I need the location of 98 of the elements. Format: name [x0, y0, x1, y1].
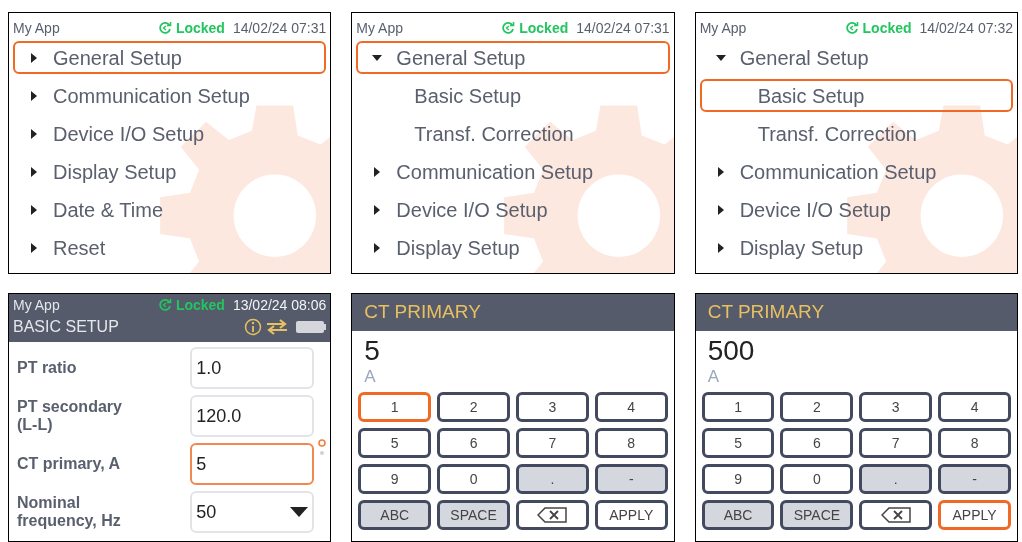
keypad-key[interactable]: 5	[701, 428, 775, 458]
keypad-key[interactable]: SPACE	[780, 500, 854, 530]
battery-icon	[296, 321, 327, 333]
lock-cycle-icon	[501, 21, 516, 35]
screen-title: CT PRIMARY	[707, 300, 825, 325]
keypad-key[interactable]: -	[594, 464, 668, 494]
lock-cycle-icon	[157, 298, 172, 312]
keypad-key[interactable]: 1	[701, 392, 775, 422]
caret-down-icon	[372, 52, 383, 63]
backspace-icon	[880, 507, 911, 523]
keypad-key[interactable]: 5	[358, 428, 432, 458]
app-name: My App	[356, 21, 404, 35]
menu-item[interactable]: Basic Setup	[699, 79, 1013, 112]
backspace-icon	[537, 507, 568, 523]
keypad-key[interactable]: -	[938, 464, 1011, 494]
keypad-key[interactable]: 0	[437, 464, 510, 494]
menu-item[interactable]: Display Setup	[356, 231, 670, 264]
menu-item[interactable]: Display Setup	[699, 231, 1013, 264]
dropdown-field[interactable]: 50	[190, 491, 315, 533]
keypad-key[interactable]: 3	[516, 392, 589, 422]
caret-right-icon	[29, 128, 39, 139]
keypad-key[interactable]: 6	[780, 428, 854, 458]
app-name: My App	[699, 21, 747, 35]
field-label: PT secondary (L-L)	[17, 398, 123, 434]
menu-item[interactable]: Date & Time	[13, 193, 327, 226]
caret-right-icon	[715, 242, 726, 253]
keypad-key[interactable]: APPLY	[594, 500, 668, 530]
keypad-key[interactable]: 2	[780, 392, 854, 422]
menu-item[interactable]: Basic Setup	[356, 79, 670, 112]
menu-item[interactable]: Transf. Correction	[699, 117, 1013, 150]
caret-down-icon	[715, 52, 726, 63]
menu-item[interactable]: General Setup	[13, 41, 327, 74]
keypad-key[interactable]: 4	[594, 392, 668, 422]
date-time: 14/02/24 07:32	[919, 21, 1013, 35]
backspace-key[interactable]	[859, 500, 933, 530]
backspace-key[interactable]	[516, 500, 589, 530]
keypad-key[interactable]: 8	[594, 428, 668, 458]
input-field[interactable]: 1.0	[190, 347, 315, 389]
date-time: 14/02/24 07:31	[232, 21, 327, 35]
keypad-key[interactable]: 7	[859, 428, 933, 458]
field-label: PT ratio	[17, 359, 78, 377]
keypad-key[interactable]: 3	[859, 392, 933, 422]
keypad-key[interactable]: APPLY	[938, 500, 1011, 530]
unit-label: A	[364, 367, 377, 387]
menu-item[interactable]: Communication Setup	[13, 79, 327, 112]
lock-status: Locked	[519, 21, 569, 35]
menu-item[interactable]: Communication Setup	[699, 155, 1013, 188]
input-field[interactable]: 5	[190, 443, 315, 485]
caret-down-icon	[290, 507, 309, 517]
lock-status: Locked	[175, 21, 225, 35]
entered-value: 500	[707, 335, 756, 367]
lock-status: Locked	[862, 21, 912, 35]
caret-right-icon	[29, 204, 39, 215]
keypad-key[interactable]: 6	[437, 428, 510, 458]
lock-cycle-icon	[844, 21, 859, 35]
keypad-key[interactable]: 8	[938, 428, 1011, 458]
date-time: 13/02/24 08:06	[232, 298, 327, 312]
keypad-key[interactable]: ABC	[701, 500, 775, 530]
caret-right-icon	[715, 204, 726, 215]
screen-title: BASIC SETUP	[13, 317, 120, 337]
menu-item[interactable]: Reset	[13, 231, 327, 264]
caret-right-icon	[29, 166, 39, 177]
keypad-key[interactable]: .	[859, 464, 933, 494]
caret-right-icon	[29, 242, 39, 253]
keypad-key[interactable]: 1	[358, 392, 432, 422]
menu-item[interactable]: Device I/O Setup	[356, 193, 670, 226]
keypad-key[interactable]: ABC	[358, 500, 432, 530]
date-time: 14/02/24 07:31	[576, 21, 670, 35]
menu-item[interactable]: General Setup	[699, 41, 1013, 74]
keypad-key[interactable]: 0	[780, 464, 854, 494]
lock-cycle-icon	[157, 21, 172, 35]
unit-label: A	[707, 367, 720, 387]
keypad-key[interactable]: 4	[938, 392, 1011, 422]
screen-title: CT PRIMARY	[364, 300, 481, 325]
field-label: CT primary, A	[17, 455, 122, 473]
keypad-key[interactable]: SPACE	[437, 500, 510, 530]
keypad-key[interactable]: 9	[701, 464, 775, 494]
app-name: My App	[13, 298, 60, 312]
lock-status: Locked	[175, 298, 225, 312]
app-name: My App	[13, 21, 60, 35]
menu-item[interactable]: General Setup	[356, 41, 670, 74]
caret-right-icon	[29, 90, 39, 101]
menu-item[interactable]: Transf. Correction	[356, 117, 670, 150]
info-icon	[244, 318, 263, 336]
menu-item[interactable]: Device I/O Setup	[699, 193, 1013, 226]
entered-value: 5	[364, 335, 381, 367]
keypad-key[interactable]: .	[516, 464, 589, 494]
keypad-key[interactable]: 7	[516, 428, 589, 458]
keypad-key[interactable]: 2	[437, 392, 510, 422]
keypad-key[interactable]: 9	[358, 464, 432, 494]
menu-item[interactable]: Communication Setup	[356, 155, 670, 188]
menu-item[interactable]: Device I/O Setup	[13, 117, 327, 150]
caret-right-icon	[29, 52, 39, 63]
caret-right-icon	[715, 166, 726, 177]
menu-item[interactable]: Display Setup	[13, 155, 327, 188]
field-label: Nominal frequency, Hz	[17, 494, 122, 530]
transfer-arrows-icon	[266, 318, 289, 336]
input-field[interactable]: 120.0	[190, 395, 315, 437]
